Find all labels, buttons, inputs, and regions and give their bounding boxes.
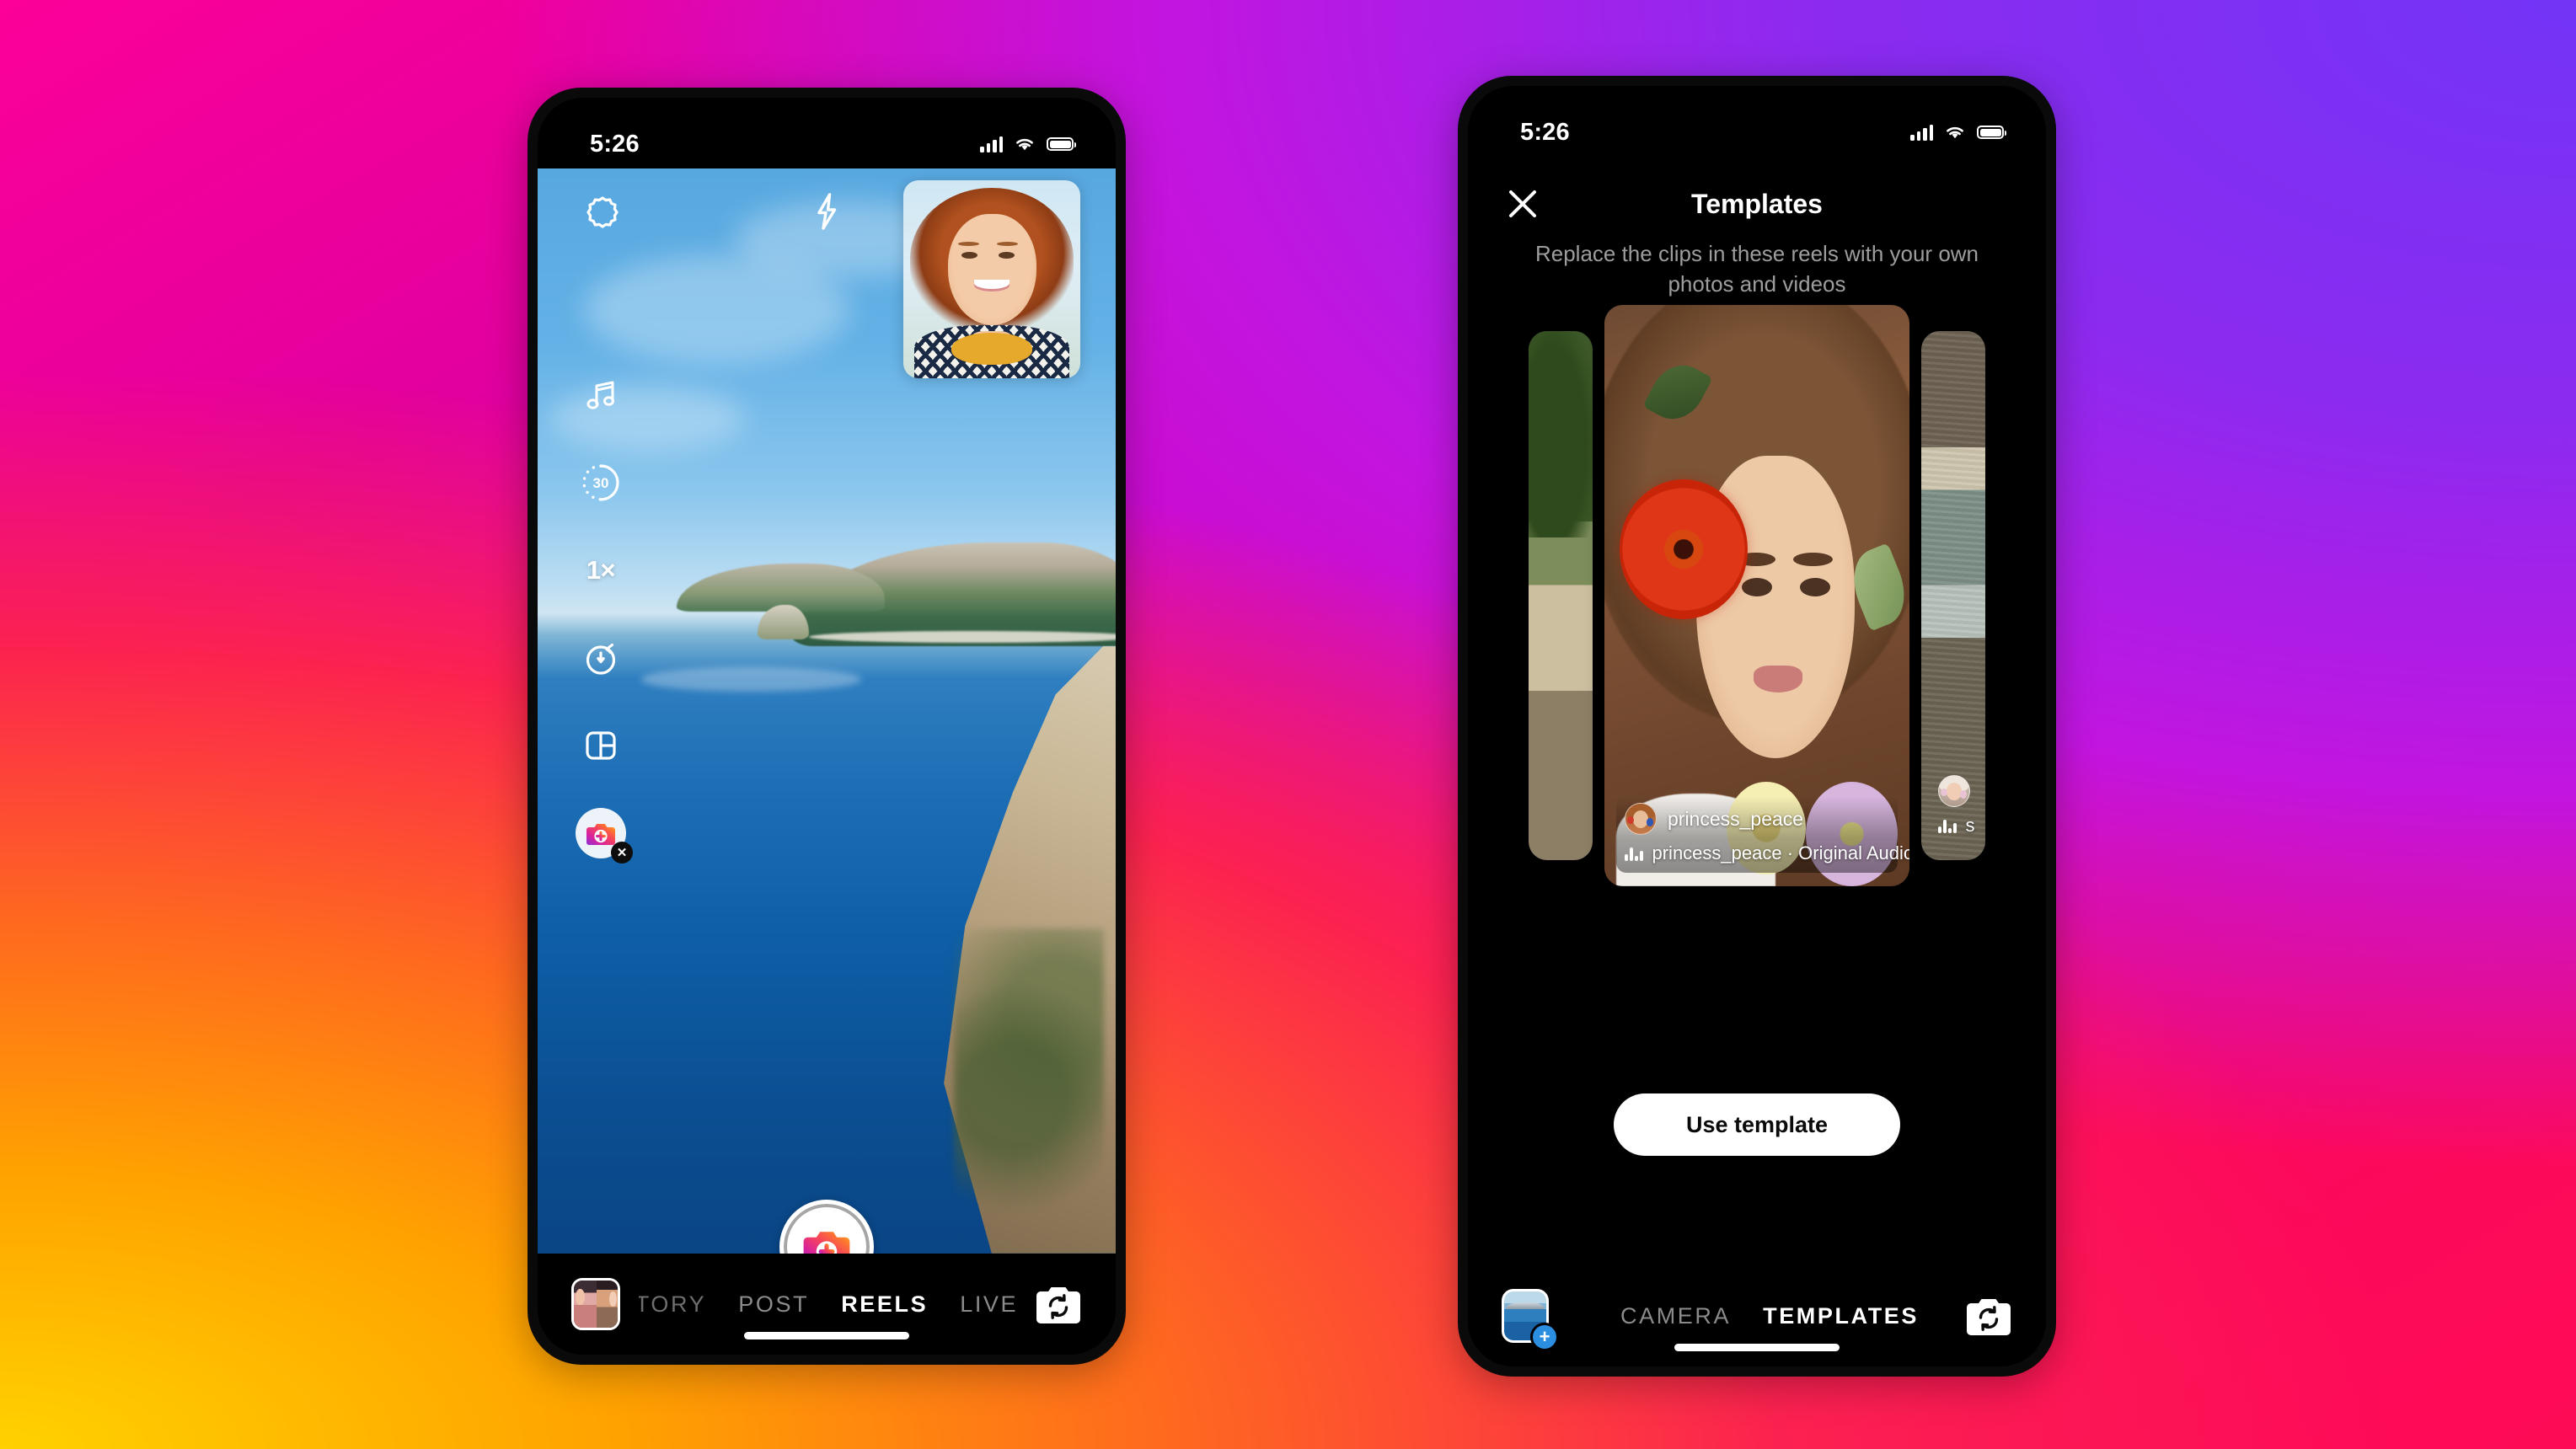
grid-layout-icon[interactable] (573, 718, 629, 773)
template-audio-label: princess_peace · Original Audio (1652, 842, 1910, 864)
camera-side-rail: 30 1× ✕ (573, 367, 633, 864)
thumb-right-half (597, 1281, 618, 1328)
mode-templates[interactable]: TEMPLATES (1763, 1303, 1919, 1329)
avatar[interactable] (1625, 803, 1657, 835)
status-bar-right: 5:26 (1468, 86, 2046, 157)
selfie-preview[interactable] (903, 180, 1080, 378)
mode-live[interactable]: LIVE (960, 1291, 1018, 1318)
audio-equalizer-icon (1625, 846, 1643, 861)
flip-camera-icon[interactable] (1035, 1278, 1082, 1330)
page-title: Templates (1691, 188, 1823, 219)
wifi-icon (1947, 126, 1963, 139)
shoreline-shape (809, 630, 1116, 643)
close-x-badge-icon[interactable]: ✕ (611, 842, 633, 864)
avatar[interactable] (1938, 775, 1970, 807)
signal-bars-icon (980, 136, 1003, 152)
sun-glint (641, 667, 862, 692)
use-template-button[interactable]: Use template (1614, 1093, 1900, 1156)
gallery-thumbnail-icon[interactable] (571, 1278, 620, 1330)
smile-shape (974, 279, 1010, 291)
status-indicators (1910, 124, 2006, 141)
eye-shape (999, 251, 1015, 259)
gear-icon[interactable] (575, 184, 630, 239)
mode-post[interactable]: POST (738, 1291, 809, 1318)
templates-carousel[interactable]: princess_peace princess_peace · Original… (1468, 305, 2046, 886)
status-bar-left: 5:26 (538, 98, 1116, 168)
instagram-camera-effect-icon[interactable]: ✕ (573, 805, 633, 864)
camera-plus-gradient-icon (586, 824, 615, 845)
template-card-overlay: princess_peace princess_peace · Original… (1616, 796, 1909, 873)
signal-bars-icon (1910, 124, 1933, 141)
battery-icon (1047, 137, 1076, 151)
wifi-icon (1016, 138, 1033, 151)
templates-header: Templates (1468, 170, 2046, 238)
thumb-landscape-shape (1506, 1302, 1545, 1309)
template-audio[interactable]: s (1938, 815, 1985, 837)
timer-length-label: 30 (593, 475, 609, 491)
battery-icon (1977, 126, 2006, 139)
speed-label: 1× (586, 555, 616, 585)
red-flower-shape (1620, 479, 1749, 619)
flip-camera-icon[interactable] (1965, 1290, 2012, 1342)
template-card-previous[interactable] (1529, 331, 1593, 860)
mode-list: TORY POST REELS LIVE (639, 1291, 1035, 1318)
gallery-add-thumbnail-icon[interactable]: + (1502, 1289, 1559, 1351)
template-card-main[interactable]: princess_peace princess_peace · Original… (1604, 305, 1909, 886)
close-x-icon[interactable] (1497, 178, 1549, 230)
camera-mode-bar: TORY POST REELS LIVE (538, 1254, 1116, 1355)
template-author[interactable]: princess_peace (1625, 803, 1889, 835)
collar-shape (951, 332, 1033, 365)
templates-subtitle: Replace the clips in these reels with yo… (1534, 241, 1979, 297)
phone-right-templates: 5:26 Templates Replace the clips in thes… (1458, 76, 2056, 1377)
audio-equalizer-icon (1938, 818, 1957, 833)
home-indicator (1674, 1344, 1840, 1351)
selfie-portrait (903, 180, 1080, 378)
eye-shape (961, 251, 978, 259)
template-author[interactable] (1938, 775, 1985, 807)
effect-chip[interactable]: ✕ (576, 808, 633, 864)
cliff-vegetation (953, 928, 1105, 1211)
eyebrow-shape (958, 241, 980, 246)
mode-story[interactable]: TORY (639, 1291, 706, 1318)
mode-reels[interactable]: REELS (841, 1291, 928, 1318)
plus-badge-icon[interactable]: + (1530, 1323, 1559, 1351)
phone-left-camera: 5:26 30 1× ✕ TORY POST REELS LIVE (528, 88, 1126, 1365)
face-shape (947, 213, 1036, 325)
status-time: 5:26 (590, 130, 640, 158)
mode-list: CAMERA TEMPLATES (1567, 1303, 1965, 1329)
thumb-left-half (574, 1281, 598, 1328)
phone-left-screen: 5:26 30 1× ✕ TORY POST REELS LIVE (538, 98, 1116, 1355)
smile-shape (1754, 665, 1803, 692)
template-audio[interactable]: princess_peace · Original Audio (1625, 842, 1909, 864)
template-card-next[interactable]: s (1921, 331, 1985, 860)
status-indicators (980, 136, 1076, 152)
template-audio-label: s (1965, 815, 1975, 836)
templates-mode-bar: + CAMERA TEMPLATES (1468, 1265, 2046, 1366)
headland-shape (676, 563, 885, 612)
status-time: 5:26 (1520, 118, 1570, 146)
mode-camera[interactable]: CAMERA (1620, 1303, 1731, 1329)
music-note-icon[interactable] (573, 367, 629, 423)
speed-icon[interactable]: 1× (573, 543, 629, 598)
template-card-overlay: s (1930, 768, 1985, 845)
home-indicator (744, 1332, 909, 1339)
phone-right-screen: 5:26 Templates Replace the clips in thes… (1468, 86, 2046, 1366)
template-thumb-art (1529, 331, 1593, 860)
template-username: princess_peace (1668, 807, 1804, 830)
flash-bolt-icon[interactable] (799, 184, 854, 239)
timer-dial-icon[interactable]: 30 (573, 455, 629, 511)
stopwatch-icon[interactable] (573, 630, 629, 686)
